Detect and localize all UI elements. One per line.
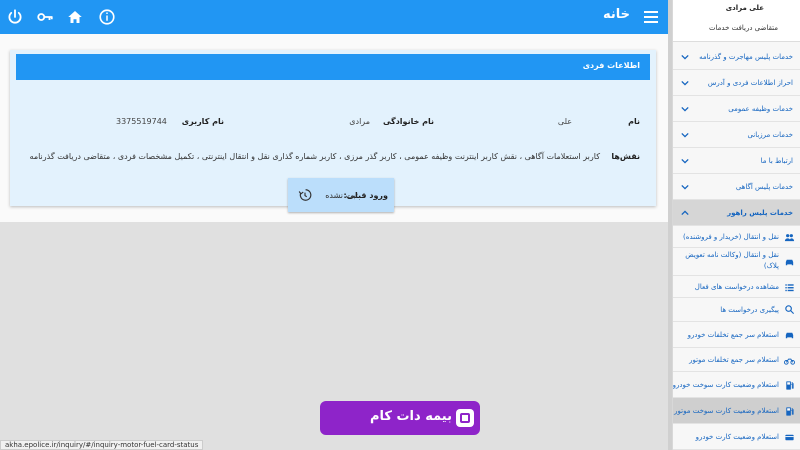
sidebar-subitem-car-card[interactable]: استعلام وضعیت کارت خودرو [673,424,800,450]
last-name-value: مرادی [349,117,370,126]
chevron-down-icon [681,54,689,60]
sidebar: علی مرادی متقاضی دریافت خدمات خدمات پلیس… [672,0,800,450]
sidebar-item-contact[interactable]: ارتباط با ما [673,148,800,174]
menu-icon[interactable] [644,11,658,23]
app-root: خانه اطلاعات فردی نام علی نام خانوادگی م… [0,0,800,450]
watermark-text: بیمه دات کام [370,409,452,424]
power-icon[interactable] [6,8,24,26]
sidebar-item-label: خدمات پلیس آگاهی [735,183,793,191]
username-value: 3375519744 [116,117,167,126]
car-icon [785,332,794,339]
top-app-bar: خانه [0,0,668,34]
sidebar-item-label: احراز اطلاعات فردی و آدرس [707,79,793,87]
logo-icon [456,409,474,427]
car-icon [785,259,794,266]
personal-info-card: اطلاعات فردی نام علی نام خانوادگی مرادی … [10,50,656,212]
sidebar-subitem-label: استعلام سر جمع تخلفات خودرو [687,331,779,339]
sidebar-item-label: خدمات پلیس راهور [727,209,793,217]
sidebar-item-traffic-police[interactable]: خدمات پلیس راهور [673,200,800,226]
sidebar-item-label: خدمات مرزبانی [747,131,793,139]
sidebar-subitem-label: استعلام وضعیت کارت سوخت خودرو [672,381,779,389]
sidebar-item-detective[interactable]: خدمات پلیس آگاهی [673,174,800,200]
sidebar-item-military-service[interactable]: خدمات وظیفه عمومی [673,96,800,122]
sidebar-subitem-transfer-buyer-seller[interactable]: نقل و انتقال (خریدار و فروشنده) [673,226,800,248]
sidebar-subitem-car-violations[interactable]: استعلام سر جمع تخلفات خودرو [673,322,800,348]
card-header: اطلاعات فردی [16,54,650,80]
sidebar-subitem-motor-violations[interactable]: استعلام سر جمع تخلفات موتور [673,348,800,372]
chevron-up-icon [681,210,689,216]
home-icon[interactable] [66,8,84,26]
last-name-label: نام خانوادگی [382,117,434,126]
fuel-icon [786,407,794,416]
info-icon[interactable] [98,8,116,26]
list-icon [785,284,794,292]
first-name-label: نام [628,117,640,126]
roles-value: کاربر استعلامات آگاهی ، نقش کاربر اینترن… [29,152,600,161]
sidebar-subitem-transfer-power-of-attorney[interactable]: نقل و انتقال (وکالت نامه تعویض پلاک) [673,248,800,276]
first-name-value: علی [557,117,572,126]
sidebar-subitem-label: استعلام سر جمع تخلفات موتور [689,356,779,364]
chevron-down-icon [681,132,689,138]
motorcycle-icon [784,358,795,365]
last-login-value: ثبت نشده [325,191,358,200]
sidebar-subitem-label: نقل و انتقال (خریدار و فروشنده) [683,233,779,241]
user-profile: علی مرادی متقاضی دریافت خدمات [673,0,800,42]
sidebar-subitem-active-requests[interactable]: مشاهده درخواست های فعال [673,276,800,298]
sidebar-subitem-label: نقل و انتقال (وکالت نامه تعویض [685,251,779,259]
chevron-down-icon [681,158,689,164]
history-icon [298,189,312,201]
people-icon [784,234,795,242]
card-title: اطلاعات فردی [582,61,640,70]
sidebar-item-border[interactable]: خدمات مرزبانی [673,122,800,148]
username-label: نام کاربری [181,117,224,126]
sidebar-item-label: خدمات وظیفه عمومی [728,105,793,113]
sidebar-subitem-label: پیگیری درخواست ها [720,306,779,314]
sidebar-subitem-track-requests[interactable]: پیگیری درخواست ها [673,298,800,322]
page-title: خانه [602,7,630,22]
card-icon [785,434,794,441]
fuel-icon [786,381,794,390]
user-role: متقاضی دریافت خدمات [708,24,778,32]
sidebar-subitem-label: استعلام وضعیت کارت سوخت موتور [674,407,779,415]
sidebar-item-label: خدمات پلیس مهاجرت و گذرنامه [699,53,793,61]
search-icon [785,305,795,315]
sidebar-subitem-car-fuel-card[interactable]: استعلام وضعیت کارت سوخت خودرو [673,372,800,398]
watermark-logo: بیمه دات کام [320,401,480,435]
sidebar-subitem-label: استعلام وضعیت کارت خودرو [695,433,779,441]
user-name: علی مرادی [725,4,764,12]
sidebar-item-label: ارتباط با ما [760,157,793,165]
key-icon[interactable] [36,8,54,26]
sidebar-item-immigration[interactable]: خدمات پلیس مهاجرت و گذرنامه [673,44,800,70]
sidebar-subitem-label-line2: پلاک) [763,262,779,270]
status-bar-url: akha.epolice.ir/inquiry/#/inquiry-motor-… [0,440,204,450]
sidebar-subitem-motor-fuel-card[interactable]: استعلام وضعیت کارت سوخت موتور [673,398,800,424]
sidebar-subitem-label: مشاهده درخواست های فعال [694,283,779,291]
sidebar-item-identity[interactable]: احراز اطلاعات فردی و آدرس [673,70,800,96]
roles-label: نقش‌ها [611,152,640,161]
last-login-box: ورود قبلی: ثبت نشده [288,178,394,212]
main-content: اطلاعات فردی نام علی نام خانوادگی مرادی … [0,34,668,450]
chevron-down-icon [681,106,689,112]
chevron-down-icon [681,184,689,190]
chevron-down-icon [681,80,689,86]
